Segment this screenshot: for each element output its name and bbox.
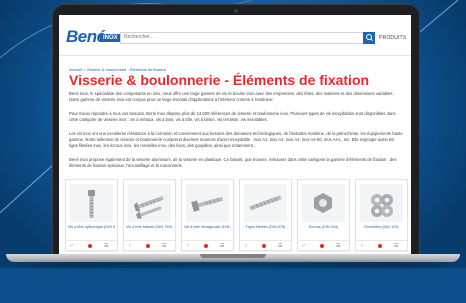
references-paragraph: Pour mieux répondre à tous vos besoins, … [69,111,396,122]
stock-indicator [146,244,150,248]
card-footer: ✓ ☰ [182,240,233,251]
product-card[interactable]: Écrous (DIN 934) ✓ ☰ [297,179,350,251]
search-box[interactable] [120,32,367,44]
product-label[interactable]: Rondelles (DIN 125) [358,225,405,229]
product-label[interactable]: Vis à tête cylindrique (DIN 912) [68,225,115,229]
card-footer: ✓ ☰ [66,240,117,251]
page-title: Visserie & boulonnerie - Éléments de fix… [69,72,370,88]
card-footer: ✓ ☰ [298,240,349,251]
check-icon: ✓ [302,243,307,249]
check-icon: ✓ [128,243,133,249]
products-link[interactable]: PRODUITS [379,35,406,41]
product-label[interactable]: Vis à tête hexagonale (DIN 933) [184,225,231,229]
search-button[interactable] [363,32,375,44]
hex-bolt-icon [186,184,229,222]
camera-icon [234,9,238,13]
product-card[interactable]: Vis à tête cylindrique (DIN 912) ✓ ☰ [65,179,118,251]
intro-paragraph: Bené Inox, le spécialiste des composants… [69,91,394,102]
product-label[interactable]: Vis à tête fraisée (DIN 7991) [126,225,173,229]
cart-icon[interactable]: ☰ [104,243,108,249]
stock-indicator [204,244,208,248]
laptop-screen: Bené INOX PRODUITS Accueil > Visserie & … [59,15,411,254]
hex-nut-icon [302,184,345,222]
product-label[interactable]: Écrous (DIN 934) [300,225,347,229]
laptop-shadow [20,262,446,267]
product-grid: Vis à tête cylindrique (DIN 912) ✓ ☰ [65,179,409,253]
range-paragraph: Bené Inox propose également de la visser… [69,157,397,168]
washer-icon [360,184,403,222]
threaded-rod-icon [244,184,287,222]
stock-indicator [262,244,266,248]
check-icon: ✓ [70,243,75,249]
stock-indicator [320,244,324,248]
check-icon: ✓ [186,243,191,249]
product-card[interactable]: Vis à tête fraisée (DIN 7991) ✓ ☰ [123,179,176,251]
cart-icon[interactable]: ☰ [278,243,282,249]
stock-indicator [378,244,382,248]
countersunk-screw-icon [128,184,171,222]
search-input[interactable] [124,34,354,40]
card-footer: ✓ ☰ [356,240,407,251]
product-card[interactable]: Rondelles (DIN 125) ✓ ☰ [355,179,408,251]
product-label[interactable]: Tiges filetées (DIN 976) [242,225,289,229]
cart-icon[interactable]: ☰ [394,243,398,249]
socket-cap-screw-icon [70,184,113,222]
product-card[interactable]: Vis à tête hexagonale (DIN 933) ✓ ☰ [181,179,234,251]
cart-icon[interactable]: ☰ [162,243,166,249]
site-header: Bené INOX PRODUITS [59,15,411,56]
stock-indicator [88,244,92,248]
card-footer: ✓ ☰ [124,240,175,251]
product-card[interactable]: Tiges filetées (DIN 976) ✓ ☰ [239,179,292,251]
check-icon: ✓ [360,243,365,249]
cart-icon[interactable]: ☰ [336,243,340,249]
cart-icon[interactable]: ☰ [220,243,224,249]
check-icon: ✓ [244,243,249,249]
logo-tag: INOX [100,34,121,42]
card-footer: ✓ ☰ [240,240,291,251]
corrosion-paragraph: Les vis inox ont une excellente résistan… [69,131,403,148]
laptop-notch [200,254,266,258]
